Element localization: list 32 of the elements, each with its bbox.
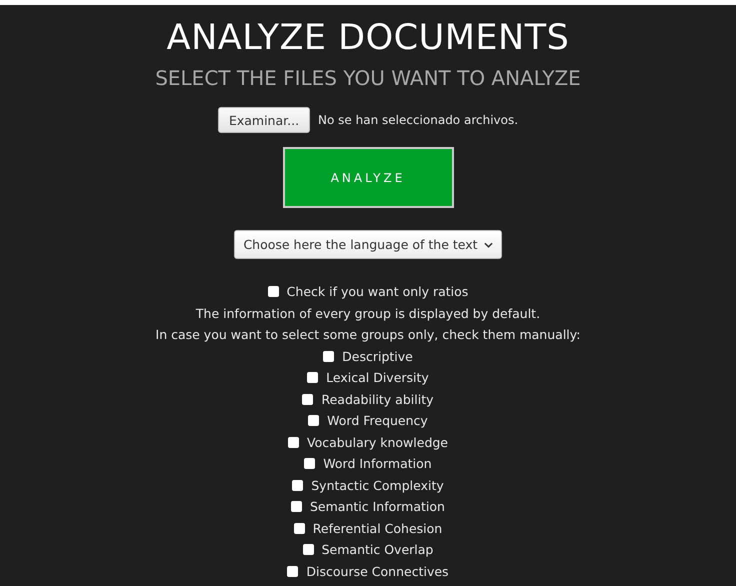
checkbox-label: Lexical Diversity (326, 369, 429, 387)
checkbox-label: Referential Cohesion (312, 520, 442, 538)
caret-icon (484, 242, 493, 248)
checkbox[interactable] (288, 436, 299, 448)
browse-button[interactable]: Examinar... (218, 107, 310, 133)
checkbox[interactable] (268, 286, 279, 298)
checkbox[interactable] (323, 350, 334, 362)
checkbox[interactable] (302, 394, 314, 405)
checkbox[interactable] (287, 566, 298, 577)
checkbox-label: Syntactic Complexity (311, 476, 444, 495)
checkbox-label: Readability ability (321, 390, 434, 409)
checkbox[interactable] (294, 522, 305, 534)
instruction-text: The information of every group is displayed by default. (196, 304, 540, 323)
page-title: ANALYZE DOCUMENTS (166, 17, 570, 59)
checkbox[interactable] (308, 415, 320, 426)
checkbox[interactable] (304, 458, 316, 470)
checkbox-label: Word Information (323, 455, 432, 473)
checkbox-label: Check if you want only ratios (286, 283, 468, 301)
checkbox-label: Semantic Overlap (322, 541, 434, 559)
file-status: No se han seleccionado archivos. (318, 113, 518, 127)
checkbox-label: Word Frequency (327, 412, 428, 430)
checkbox[interactable] (292, 480, 304, 491)
page-subtitle: SELECT THE FILES YOU WANT TO ANALYZE (155, 65, 581, 91)
checkbox[interactable] (302, 544, 314, 556)
checkbox-label: Descriptive (342, 348, 413, 366)
checkbox[interactable] (291, 501, 302, 512)
checkbox-label: Vocabulary knowledge (306, 434, 448, 452)
checkbox[interactable] (307, 372, 318, 384)
checkbox-label: Discourse Connectives (306, 562, 449, 580)
checkbox-label: Semantic Information (310, 498, 445, 516)
instruction-text: In case you want to select some groups only, check them manually: (156, 326, 580, 344)
language-select[interactable]: Choose here the language of the text (234, 230, 502, 259)
